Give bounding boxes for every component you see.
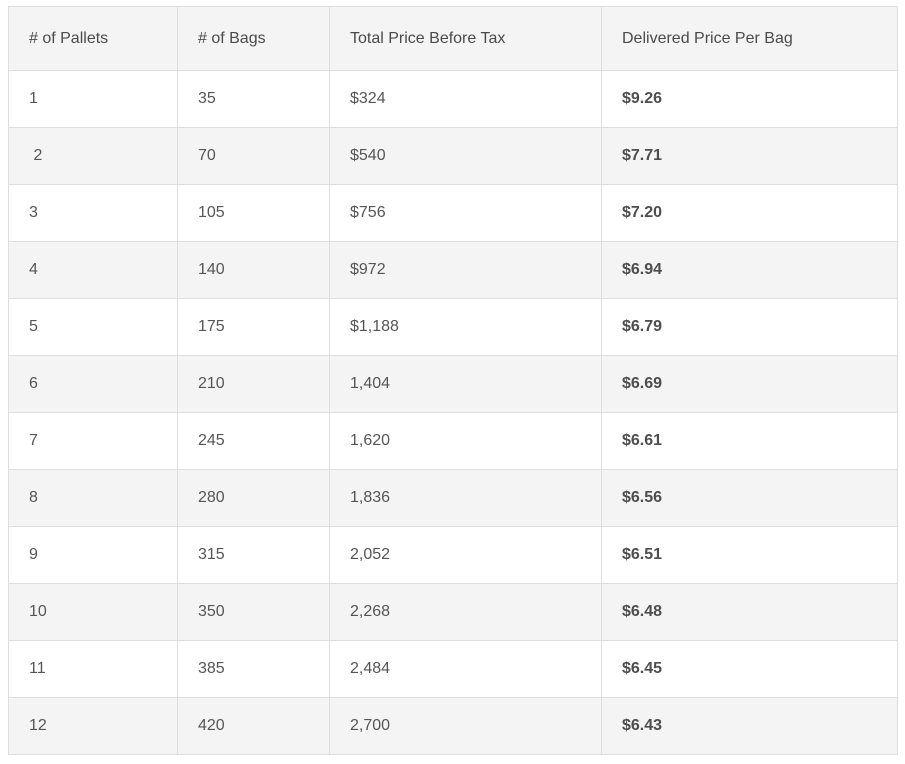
table-row: 3 105 $756 $7.20 xyxy=(8,184,898,242)
cell-total-price: 2,268 xyxy=(329,583,602,641)
cell-price-per-bag: $7.71 xyxy=(601,127,898,185)
header-bags: # of Bags xyxy=(177,6,330,71)
table-row: 7 245 1,620 $6.61 xyxy=(8,412,898,470)
table-body: 1 35 $324 $9.26 2 70 $540 $7.71 3 105 $7… xyxy=(8,70,898,755)
cell-price-per-bag: $6.48 xyxy=(601,583,898,641)
pricing-table: # of Pallets # of Bags Total Price Befor… xyxy=(8,6,898,755)
table-row: 12 420 2,700 $6.43 xyxy=(8,697,898,755)
cell-pallets: 3 xyxy=(8,184,178,242)
table-row: 10 350 2,268 $6.48 xyxy=(8,583,898,641)
cell-price-per-bag: $7.20 xyxy=(601,184,898,242)
cell-price-per-bag: $6.43 xyxy=(601,697,898,755)
cell-bags: 35 xyxy=(177,70,330,128)
cell-bags: 70 xyxy=(177,127,330,185)
cell-total-price: 2,484 xyxy=(329,640,602,698)
table-header: # of Pallets # of Bags Total Price Befor… xyxy=(8,6,898,71)
header-pallets: # of Pallets xyxy=(8,6,178,71)
cell-bags: 105 xyxy=(177,184,330,242)
cell-price-per-bag: $6.51 xyxy=(601,526,898,584)
table-row: 11 385 2,484 $6.45 xyxy=(8,640,898,698)
table-row: 8 280 1,836 $6.56 xyxy=(8,469,898,527)
table-row: 9 315 2,052 $6.51 xyxy=(8,526,898,584)
table-row: 5 175 $1,188 $6.79 xyxy=(8,298,898,356)
cell-price-per-bag: $6.45 xyxy=(601,640,898,698)
cell-pallets: 10 xyxy=(8,583,178,641)
table-row: 1 35 $324 $9.26 xyxy=(8,70,898,128)
cell-total-price: $540 xyxy=(329,127,602,185)
cell-pallets: 9 xyxy=(8,526,178,584)
cell-bags: 420 xyxy=(177,697,330,755)
cell-total-price: $1,188 xyxy=(329,298,602,356)
table-row: 4 140 $972 $6.94 xyxy=(8,241,898,299)
cell-price-per-bag: $6.94 xyxy=(601,241,898,299)
cell-bags: 245 xyxy=(177,412,330,470)
cell-pallets: 2 xyxy=(8,127,178,185)
cell-bags: 315 xyxy=(177,526,330,584)
cell-pallets: 1 xyxy=(8,70,178,128)
cell-bags: 280 xyxy=(177,469,330,527)
cell-price-per-bag: $6.69 xyxy=(601,355,898,413)
cell-price-per-bag: $6.79 xyxy=(601,298,898,356)
cell-total-price: $324 xyxy=(329,70,602,128)
cell-bags: 385 xyxy=(177,640,330,698)
cell-total-price: 1,836 xyxy=(329,469,602,527)
cell-pallets: 11 xyxy=(8,640,178,698)
cell-price-per-bag: $6.61 xyxy=(601,412,898,470)
header-total-price: Total Price Before Tax xyxy=(329,6,602,71)
cell-total-price: 2,700 xyxy=(329,697,602,755)
table-row: 6 210 1,404 $6.69 xyxy=(8,355,898,413)
cell-pallets: 5 xyxy=(8,298,178,356)
cell-price-per-bag: $6.56 xyxy=(601,469,898,527)
cell-total-price: 1,404 xyxy=(329,355,602,413)
cell-pallets: 8 xyxy=(8,469,178,527)
table-row: 2 70 $540 $7.71 xyxy=(8,127,898,185)
cell-bags: 140 xyxy=(177,241,330,299)
cell-price-per-bag: $9.26 xyxy=(601,70,898,128)
cell-total-price: $756 xyxy=(329,184,602,242)
cell-total-price: 1,620 xyxy=(329,412,602,470)
cell-total-price: $972 xyxy=(329,241,602,299)
cell-total-price: 2,052 xyxy=(329,526,602,584)
cell-pallets: 12 xyxy=(8,697,178,755)
cell-pallets: 4 xyxy=(8,241,178,299)
header-row: # of Pallets # of Bags Total Price Befor… xyxy=(8,6,898,71)
cell-bags: 175 xyxy=(177,298,330,356)
cell-pallets: 7 xyxy=(8,412,178,470)
header-price-per-bag: Delivered Price Per Bag xyxy=(601,6,898,71)
pricing-table-container: # of Pallets # of Bags Total Price Befor… xyxy=(8,6,898,755)
cell-pallets: 6 xyxy=(8,355,178,413)
cell-bags: 210 xyxy=(177,355,330,413)
cell-bags: 350 xyxy=(177,583,330,641)
